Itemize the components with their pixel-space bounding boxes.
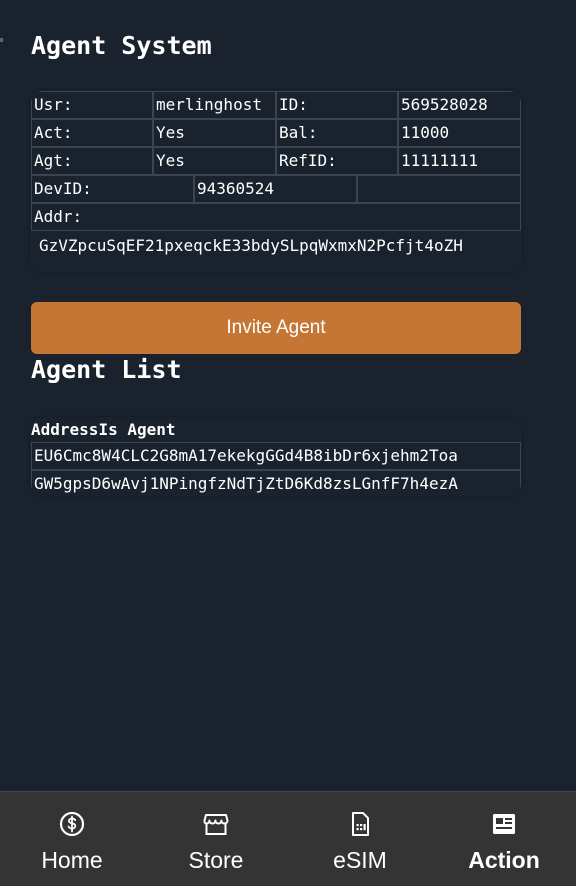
agent-list-table: Address Is Agent EU6Cmc8W4CLC2G8mA17ekek… xyxy=(31,418,521,496)
nav-label-home: Home xyxy=(41,847,103,873)
nav-item-esim[interactable]: eSIM xyxy=(288,792,432,886)
id-label: ID: xyxy=(276,91,398,119)
news-card-icon xyxy=(493,814,515,834)
info-row-active: Act: Yes Bal: 11000 xyxy=(31,119,521,147)
nav-item-action[interactable]: Action xyxy=(432,792,576,886)
id-value: 569528028 xyxy=(398,91,521,119)
addr-label: Addr: xyxy=(31,203,521,231)
usr-label: Usr: xyxy=(31,91,153,119)
usr-value: merlinghost xyxy=(153,91,276,119)
act-value: Yes xyxy=(153,119,276,147)
info-row-user: Usr: merlinghost ID: 569528028 xyxy=(31,91,521,119)
info-row-address-label: Addr: xyxy=(31,203,521,231)
edge-marker xyxy=(0,38,3,42)
info-row-device: DevID: 94360524 xyxy=(31,175,521,203)
agent-list-row[interactable]: GW5gpsD6wAvj1NPingfzNdTjZtD6Kd8zsLGnfF7h… xyxy=(31,470,521,496)
bottom-nav: Home Store eSIM Action xyxy=(0,791,576,886)
agent-list-title: Agent List xyxy=(31,355,182,384)
invite-agent-button[interactable]: Invite Agent xyxy=(31,302,521,354)
agent-info-card: Usr: merlinghost ID: 569528028 Act: Yes … xyxy=(31,91,521,272)
info-row-agent: Agt: Yes RefID: 11111111 xyxy=(31,147,521,175)
bal-label: Bal: xyxy=(276,119,398,147)
addr-value: GzVZpcuSqEF21pxeqckE33bdySLpqWxmxN2Pcfjt… xyxy=(39,236,463,255)
agt-label: Agt: xyxy=(31,147,153,175)
refid-value: 11111111 xyxy=(398,147,521,175)
nav-label-action: Action xyxy=(468,847,540,873)
bal-value: 11000 xyxy=(398,119,521,147)
storefront-icon xyxy=(203,814,229,835)
nav-item-store[interactable]: Store xyxy=(144,792,288,886)
nav-label-store: Store xyxy=(188,847,244,873)
agt-value: Yes xyxy=(153,147,276,175)
devid-empty-cell xyxy=(357,175,521,203)
is-agent-column-header: Is Agent xyxy=(98,420,176,439)
nav-label-esim: eSIM xyxy=(333,847,387,873)
devid-label: DevID: xyxy=(31,175,194,203)
sim-card-icon xyxy=(352,812,369,836)
devid-value: 94360524 xyxy=(194,175,357,203)
address-column-header: Address xyxy=(31,420,99,439)
agent-list-header: Address Is Agent xyxy=(31,418,521,442)
refid-label: RefID: xyxy=(276,147,398,175)
dollar-coin-icon xyxy=(59,811,85,837)
nav-item-home[interactable]: Home xyxy=(0,792,144,886)
act-label: Act: xyxy=(31,119,153,147)
page-title: Agent System xyxy=(31,31,212,60)
agent-list-row[interactable]: EU6Cmc8W4CLC2G8mA17ekekgGGd4B8ibDr6xjehm… xyxy=(31,442,521,470)
